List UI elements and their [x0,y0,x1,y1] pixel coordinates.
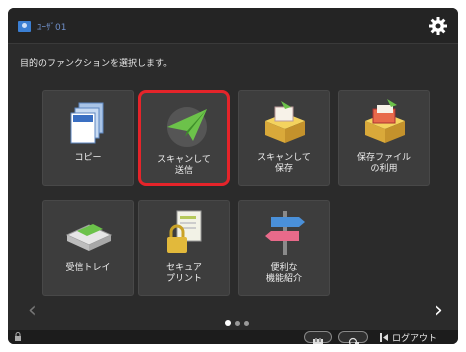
next-page-arrow[interactable]: › [434,298,443,323]
tile-inbox[interactable]: 受信トレイ [42,200,134,296]
logout-icon [380,333,388,342]
device-screen: ﾕｰｻﾞ01 目的のファンクションを選択します。 コピー スキャンして 送信 ス… [8,8,458,344]
tile-label: セキュア プリント [165,263,202,284]
scan-store-icon [265,101,305,143]
page-dot [244,321,249,326]
logout-button[interactable]: ログアウト [380,331,437,344]
tile-label: スキャンして 保存 [257,153,311,174]
tile-scan-store[interactable]: スキャンして 保存 [238,90,330,186]
scan-send-icon [166,107,207,147]
stored-files-icon [365,99,405,143]
tile-label: コピー [74,153,102,163]
tile-label: 便利な 機能紹介 [265,263,302,284]
secure-print-icon [167,210,202,253]
page-dot-active [225,320,231,326]
page-indicator [225,311,253,330]
tile-label: 保存ファイル の利用 [356,153,411,174]
inbox-icon [65,224,113,251]
status-monitor-icon [348,337,359,344]
status-monitor-button[interactable] [338,331,368,344]
gear-icon[interactable] [428,16,448,36]
counter-icon [313,338,323,344]
prev-page-arrow[interactable]: ‹ [28,298,37,323]
tile-label: 受信トレイ [65,263,111,273]
header-bar: ﾕｰｻﾞ01 [8,8,458,44]
page-dot [235,321,240,326]
useful-features-icon [265,211,305,255]
user-name: ﾕｰｻﾞ01 [37,23,67,33]
tile-copy[interactable]: コピー [42,90,134,186]
tile-label: スキャンして 送信 [157,155,211,176]
tile-scan-send[interactable]: スキャンして 送信 [138,90,230,186]
tile-secure-print[interactable]: セキュア プリント [138,200,230,296]
footer-bar: ログアウト [8,330,458,344]
counter-button[interactable] [304,331,332,344]
copy-icon [70,102,104,144]
instruction-text: 目的のファンクションを選択します。 [20,59,173,69]
user-icon [18,21,31,32]
logout-label: ログアウト [392,334,438,344]
tile-stored-files[interactable]: 保存ファイル の利用 [338,90,430,186]
lock-icon [15,332,21,341]
function-grid: コピー スキャンして 送信 スキャンして 保存 保存ファイル の利用 受信トレイ… [42,90,430,308]
tile-useful-features[interactable]: 便利な 機能紹介 [238,200,330,296]
